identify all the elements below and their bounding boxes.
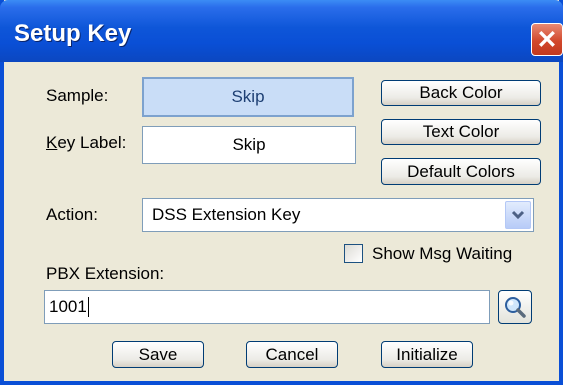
title-bar[interactable]: Setup Key ✕ (0, 0, 563, 62)
pbx-extension-value: 1001 (49, 297, 87, 316)
sample-text: Skip (231, 87, 265, 106)
key-label-label-text: ey Label: (57, 133, 127, 152)
save-button[interactable]: Save (112, 341, 204, 368)
key-label-mnemonic: K (46, 133, 58, 152)
key-label-label: Key Label: (46, 133, 126, 153)
action-dropdown-button[interactable] (505, 201, 531, 229)
action-label: Action: (46, 205, 98, 224)
key-label-value: Skip (232, 135, 266, 154)
action-select[interactable]: DSS Extension Key (142, 198, 534, 232)
setup-key-dialog: Setup Key ✕ Sample: Skip Key Label: Skip… (0, 0, 563, 385)
cancel-button[interactable]: Cancel (246, 341, 338, 368)
pbx-extension-label: PBX Extension: (46, 264, 165, 283)
text-color-button[interactable]: Text Color (381, 119, 541, 145)
chevron-down-icon (511, 210, 525, 220)
close-icon: ✕ (536, 26, 558, 54)
sample-label: Sample: (46, 86, 109, 105)
key-label-input[interactable]: Skip (142, 126, 356, 164)
close-button[interactable]: ✕ (531, 23, 563, 56)
initialize-button[interactable]: Initialize (381, 341, 473, 368)
search-button[interactable] (498, 290, 532, 324)
pbx-extension-input[interactable]: 1001 (44, 290, 490, 324)
back-color-button[interactable]: Back Color (381, 80, 541, 106)
magnifier-icon (505, 297, 526, 318)
sample-preview: Skip (142, 77, 354, 117)
show-msg-waiting-checkbox[interactable] (344, 244, 363, 263)
action-selected-value: DSS Extension Key (152, 205, 301, 224)
window-title: Setup Key (14, 20, 132, 47)
default-colors-button[interactable]: Default Colors (381, 158, 541, 185)
text-caret (87, 297, 89, 317)
show-msg-waiting-label[interactable]: Show Msg Waiting (372, 244, 512, 264)
